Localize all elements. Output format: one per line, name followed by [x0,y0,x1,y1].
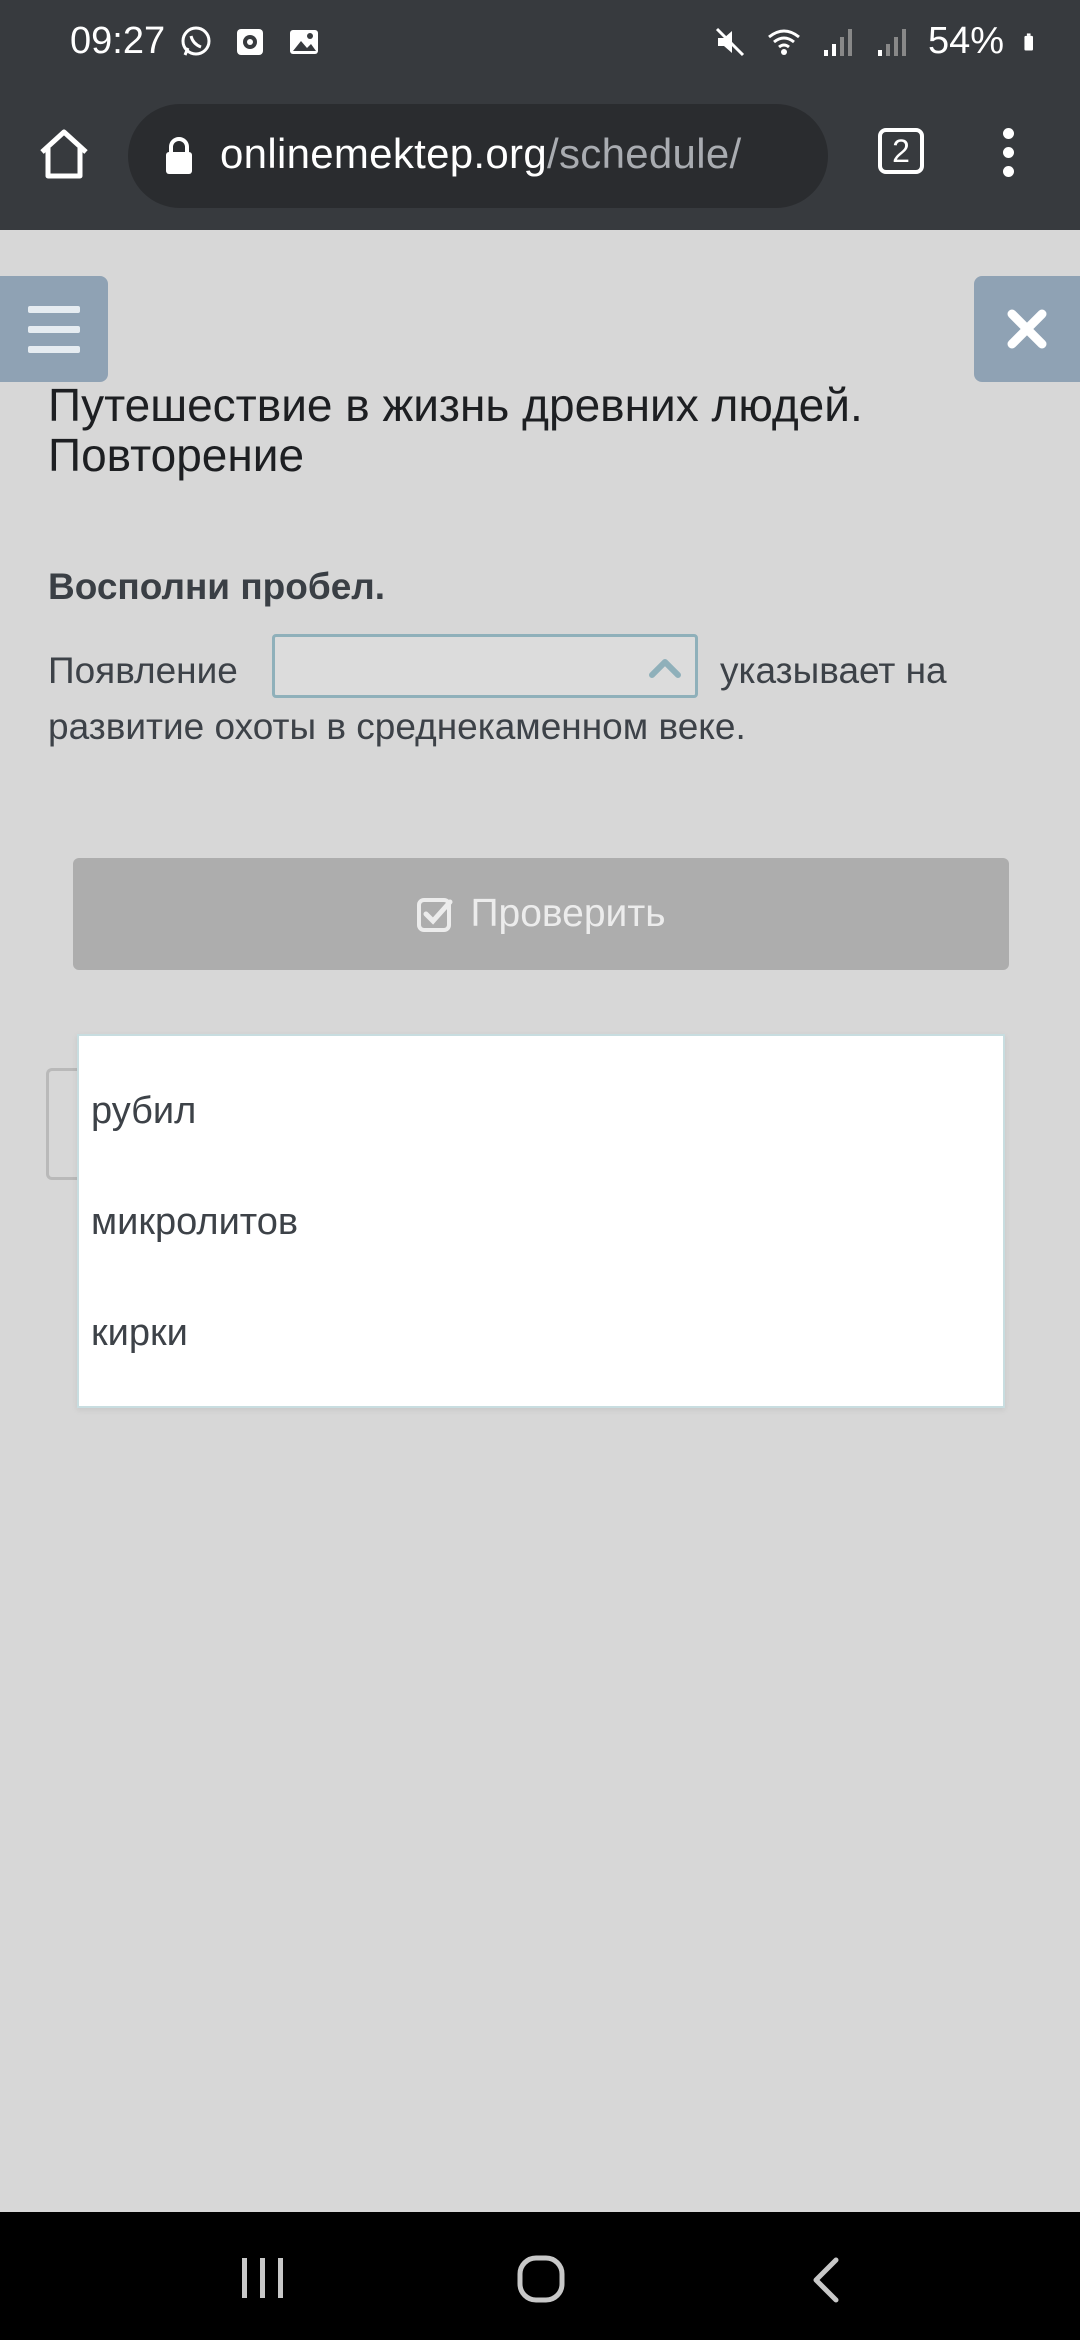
checkbox-icon [417,898,453,932]
lesson-title: Путешествие в жизнь древних людей. Повто… [48,379,863,481]
whatsapp-icon [181,26,211,56]
dropdown-option[interactable]: кирки [91,1312,188,1355]
signal-icon [823,28,852,56]
mute-icon [715,27,744,56]
dropdown-option[interactable]: микролитов [91,1201,298,1244]
task-label: Восполни пробел. [48,566,386,607]
signal-icon [877,28,906,56]
battery-percent: 54% [927,20,1004,62]
check-button[interactable]: Проверить [73,858,1009,970]
browser-toolbar: onlinemektep.org/schedule/ 2 [0,88,1080,230]
options-dropdown: рубил микролитов кирки [77,1034,1005,1408]
status-right: 54% [712,20,1044,63]
dropdown-option[interactable]: рубил [91,1090,196,1133]
home-icon[interactable] [36,126,92,182]
home-nav-icon[interactable] [516,2254,566,2304]
recents-icon[interactable] [240,2256,286,2300]
close-button[interactable] [974,276,1080,382]
app-icon [237,29,263,55]
close-icon [1007,309,1047,349]
menu-button[interactable] [0,276,108,382]
url-path: /schedule/ [547,130,742,177]
question-before-text: Появление [48,650,238,691]
status-bar: 09:27 54% [0,0,1080,88]
check-button-label: Проверить [470,892,666,935]
battery-icon [1024,32,1033,51]
url-text[interactable]: onlinemektep.org/schedule/ [220,130,741,178]
status-left-icons [178,24,322,60]
answer-select[interactable] [272,634,698,698]
address-bar[interactable]: onlinemektep.org/schedule/ [128,104,828,208]
navigation-bar [0,2212,1080,2340]
back-icon[interactable] [808,2256,844,2304]
lock-icon [166,137,192,174]
chevron-up-icon [649,659,681,678]
tab-switcher-button[interactable]: 2 [878,128,924,174]
wifi-icon [768,29,800,55]
status-time: 09:27 [70,20,166,62]
gallery-icon [290,30,318,54]
url-domain: onlinemektep.org [220,130,547,177]
more-options-icon[interactable] [990,128,1026,184]
question-line2: развитие охоты в среднекаменном веке. [48,706,746,747]
question-after-text: указывает на [720,650,947,691]
